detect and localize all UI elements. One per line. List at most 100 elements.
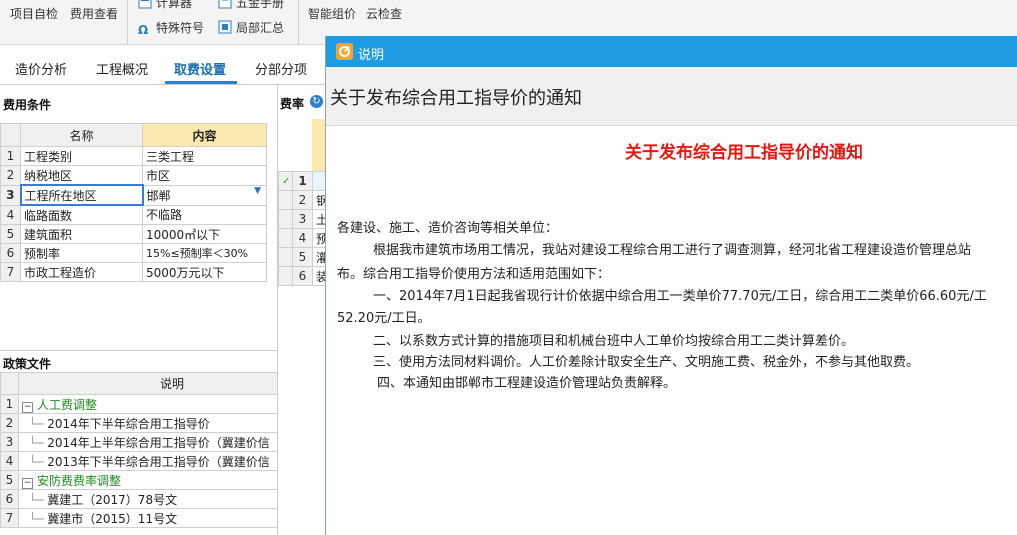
row-number: 3	[0, 432, 19, 452]
table-row-selected[interactable]: 3 工程所在地区 邯郸 ▼	[0, 184, 267, 206]
partial-summary-button[interactable]: 局部汇总	[218, 19, 284, 36]
col-name-header: 名称	[20, 123, 143, 147]
omega-icon: Ω	[138, 23, 149, 37]
row-number: 7	[0, 262, 21, 282]
refresh-icon[interactable]: ↻	[310, 95, 323, 108]
row-number: 2	[292, 190, 313, 210]
cell-name: 纳税地区	[20, 165, 143, 186]
tree-item-label: 冀建市（2015）11号文	[47, 511, 178, 526]
row-number: 4	[292, 228, 313, 248]
row-gap	[278, 190, 293, 210]
document-line: 三、使用方法同材料调价。人工价差除计取安全生产、文明施工费、税金外，不参与其他取…	[373, 355, 920, 370]
notice-dialog: 说明 关于发布综合用工指导价的通知 关于发布综合用工指导价的通知 各建设、施工、…	[325, 36, 1017, 535]
table-header-row: 名称 内容	[0, 123, 267, 147]
dialog-title-bar[interactable]: 说明	[326, 36, 1017, 67]
row-number: 7	[0, 508, 19, 528]
table-row[interactable]: 2 钢	[278, 190, 327, 210]
active-tab-indicator	[165, 81, 237, 84]
calculator-icon	[138, 0, 152, 9]
document-line: 一、2014年7月1日起我省现行计价依据中综合用工一类单价77.70元/工日，综…	[373, 289, 987, 304]
row-number: 5	[292, 247, 313, 267]
tree-item-label: 2014年下半年综合用工指导价	[47, 416, 210, 431]
fee-rate-table: ✓ 1 2 钢 3 土 4 预 5 灌 6 装	[278, 171, 327, 286]
app-logo-icon	[336, 43, 353, 60]
dialog-header: 关于发布综合用工指导价的通知	[326, 67, 1017, 126]
cell-value[interactable]: 不临路	[142, 204, 267, 225]
table-row[interactable]: 5 建筑面积 10000㎡以下	[0, 224, 267, 244]
row-number: 5	[0, 224, 21, 244]
row-gap	[278, 266, 293, 286]
table-row-selected[interactable]: ✓ 1	[278, 171, 327, 191]
table-row[interactable]: 3 土	[278, 209, 327, 229]
table-row[interactable]: 5 灌	[278, 247, 327, 267]
tab-divisional-items[interactable]: 分部分项	[255, 59, 307, 78]
document-body: 关于发布综合用工指导价的通知 各建设、施工、造价咨询等相关单位： 根据我市建筑市…	[326, 125, 1017, 535]
table-row[interactable]: 1 工程类别 三类工程	[0, 146, 267, 166]
table-row[interactable]: 4 预	[278, 228, 327, 248]
fee-rate-title: 费率	[280, 97, 305, 111]
collapse-icon[interactable]: −	[22, 401, 33, 413]
table-row[interactable]: 6 装	[278, 266, 327, 286]
hardware-manual-button[interactable]: 五金手册	[218, 0, 284, 11]
row-number: 3	[292, 209, 313, 229]
calculator-label: 计算器	[156, 0, 193, 10]
fee-view-button[interactable]: 费用查看	[70, 5, 118, 22]
document-line: 四、本通知由邯郸市工程建设造价管理站负责解释。	[377, 376, 677, 391]
cell-name: 工程类别	[20, 146, 143, 166]
row-number: 6	[292, 266, 313, 286]
chevron-down-icon[interactable]: ▼	[254, 186, 261, 196]
cell-name: 建筑面积	[20, 224, 143, 244]
tree-group-label: 人工费调整	[37, 397, 98, 412]
cloud-check-button[interactable]: 云检查	[366, 5, 402, 22]
special-symbol-label: 特殊符号	[156, 21, 205, 35]
toolbar-divider	[298, 0, 299, 44]
cell-name: 工程所在地区	[19, 184, 144, 206]
calculator-button[interactable]: 计算器	[138, 0, 192, 11]
row-number: 2	[0, 165, 21, 186]
region-select[interactable]: 邯郸 ▼	[142, 184, 267, 206]
cell-value[interactable]: 市区	[142, 165, 267, 186]
row-gap	[278, 228, 293, 248]
document-line: 各建设、施工、造价咨询等相关单位：	[337, 221, 559, 236]
project-check-button[interactable]: 项目自检	[10, 5, 58, 22]
cell-name: 临路面数	[20, 204, 143, 225]
rownum-header	[0, 123, 21, 147]
table-row[interactable]: 7 市政工程造价 5000万元以下	[0, 262, 267, 282]
fee-rate-header	[312, 119, 326, 171]
policy-files-title: 政策文件	[3, 357, 52, 371]
check-icon: ✓	[278, 171, 293, 191]
row-number: 2	[0, 413, 19, 433]
table-row[interactable]: 2 纳税地区 市区	[0, 165, 267, 186]
dialog-header-title: 关于发布综合用工指导价的通知	[330, 88, 582, 109]
row-number: 6	[0, 489, 19, 509]
table-row[interactable]: 4 临路面数 不临路	[0, 204, 267, 225]
cell-value[interactable]: 15%≤预制率＜30%	[142, 243, 267, 263]
toolbar-divider	[127, 0, 128, 44]
cell-value[interactable]: 5000万元以下	[142, 262, 267, 282]
row-gap	[278, 247, 293, 267]
special-symbol-button[interactable]: Ω 特殊符号	[138, 19, 204, 37]
tab-bar: 造价分析 工程概况 取费设置 分部分项	[0, 50, 325, 85]
region-select-value: 邯郸	[146, 188, 171, 203]
dialog-title: 说明	[358, 48, 385, 63]
tab-cost-analysis[interactable]: 造价分析	[15, 59, 67, 78]
tab-fee-settings[interactable]: 取费设置	[174, 59, 226, 78]
row-number: 6	[0, 243, 21, 263]
document-line: 布。综合用工指导价使用方法和适用范围如下：	[337, 267, 611, 282]
row-number: 1	[292, 171, 313, 191]
collapse-icon[interactable]: −	[22, 477, 33, 489]
fee-rate-panel: 费率 ↻ ✓ 1 2 钢 3 土 4 预 5 灌	[277, 85, 327, 535]
table-row[interactable]: 6 预制率 15%≤预制率＜30%	[0, 243, 267, 263]
row-number: 4	[0, 451, 19, 471]
document-line: 52.20元/工日。	[337, 311, 431, 326]
row-number: 5	[0, 470, 19, 490]
cell-value[interactable]: 10000㎡以下	[142, 224, 267, 244]
tab-project-overview[interactable]: 工程概况	[96, 59, 148, 78]
smart-pricing-button[interactable]: 智能组价	[308, 5, 356, 22]
document-title: 关于发布综合用工指导价的通知	[625, 143, 863, 163]
fee-conditions-title: 费用条件	[3, 98, 52, 112]
cell-value[interactable]: 三类工程	[142, 146, 267, 166]
rownum-header	[0, 372, 19, 395]
row-number: 4	[0, 204, 21, 225]
document-line: 二、以系数方式计算的措施项目和机械台班中人工单价均按综合用工二类计算差价。	[373, 334, 855, 349]
